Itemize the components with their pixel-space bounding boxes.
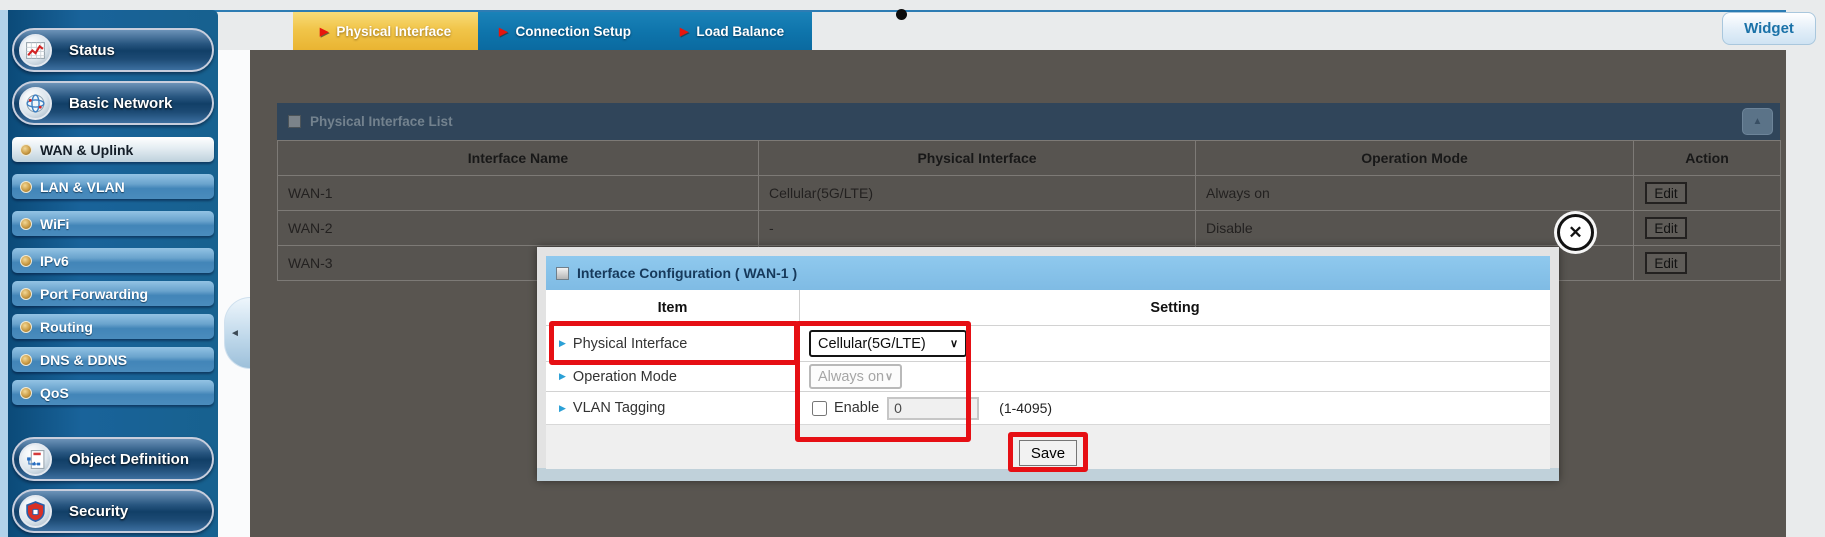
sidebar-item-qos[interactable]: QoS bbox=[12, 380, 214, 405]
widget-button-label: Widget bbox=[1744, 20, 1794, 37]
panel-square-icon bbox=[288, 115, 301, 128]
bullet-icon bbox=[20, 321, 32, 333]
bullet-icon bbox=[20, 288, 32, 300]
col-interface-name: Interface Name bbox=[278, 141, 759, 176]
cell-operation-mode: Always on bbox=[1196, 176, 1634, 211]
edit-button[interactable]: Edit bbox=[1645, 252, 1687, 274]
list-panel-title: Physical Interface List bbox=[310, 114, 453, 129]
config-row-operation-mode: ▶ Operation Mode Always on ∨ bbox=[546, 362, 1550, 392]
list-panel-header: Physical Interface List ▲ bbox=[277, 103, 1780, 140]
cell-interface-name: WAN-1 bbox=[278, 176, 759, 211]
chevron-left-icon: ◄ bbox=[230, 328, 240, 339]
object-tree-icon bbox=[19, 443, 52, 476]
tab-label: Load Balance bbox=[696, 24, 784, 39]
bullet-icon bbox=[20, 218, 32, 230]
sidebar-item-wan-uplink[interactable]: WAN & Uplink bbox=[12, 137, 214, 162]
table-row: WAN-1 Cellular(5G/LTE) Always on Edit bbox=[278, 176, 1781, 211]
chevron-up-icon: ▲ bbox=[1753, 116, 1763, 127]
col-action: Action bbox=[1634, 141, 1781, 176]
config-col-item: Item bbox=[546, 290, 800, 325]
close-button[interactable]: ✕ bbox=[1557, 214, 1594, 251]
sidebar-left-strip bbox=[0, 10, 8, 537]
tab-arrow-icon: ▶ bbox=[320, 25, 328, 38]
sidebar-button-label: Status bbox=[69, 42, 115, 59]
row-label: Operation Mode bbox=[573, 369, 677, 385]
sidebar-item-label: DNS & DDNS bbox=[40, 352, 127, 368]
sidebar-item-label: QoS bbox=[40, 385, 69, 401]
sidebar-item-label: IPv6 bbox=[40, 253, 69, 269]
tab-physical-interface[interactable]: ▶ Physical Interface bbox=[293, 12, 478, 50]
sidebar-item-routing[interactable]: Routing bbox=[12, 314, 214, 339]
annotation-dot bbox=[896, 9, 907, 20]
tab-arrow-icon: ▶ bbox=[499, 25, 507, 38]
tab-bar: ▶ Physical Interface ▶ Connection Setup … bbox=[293, 12, 812, 50]
sidebar-item-label: WAN & Uplink bbox=[40, 142, 133, 158]
arrow-right-icon: ▶ bbox=[559, 371, 566, 382]
sidebar-button-status[interactable]: Status bbox=[12, 28, 214, 72]
annotation-box-setting-widgets bbox=[795, 321, 971, 442]
col-physical-interface: Physical Interface bbox=[759, 141, 1196, 176]
sidebar-item-port-forwarding[interactable]: Port Forwarding bbox=[12, 281, 214, 306]
col-operation-mode: Operation Mode bbox=[1196, 141, 1634, 176]
sidebar-button-label: Security bbox=[69, 503, 128, 520]
sidebar-button-basic-network[interactable]: Basic Network bbox=[12, 81, 214, 125]
vlan-range-hint: (1-4095) bbox=[999, 400, 1052, 416]
tab-label: Physical Interface bbox=[336, 24, 451, 39]
cell-physical-interface: Cellular(5G/LTE) bbox=[759, 176, 1196, 211]
shield-icon bbox=[19, 495, 52, 528]
modal-title-bar: Interface Configuration ( WAN-1 ) bbox=[546, 256, 1550, 290]
close-icon: ✕ bbox=[1568, 223, 1582, 243]
edit-button[interactable]: Edit bbox=[1645, 182, 1687, 204]
sidebar-button-label: Object Definition bbox=[69, 451, 189, 468]
sidebar-button-object-definition[interactable]: Object Definition bbox=[12, 437, 214, 481]
bullet-icon bbox=[20, 387, 32, 399]
row-label: VLAN Tagging bbox=[573, 400, 665, 416]
tab-load-balance[interactable]: ▶ Load Balance bbox=[652, 12, 812, 50]
sidebar-gutter bbox=[218, 50, 250, 537]
sidebar-button-security[interactable]: Security bbox=[12, 489, 214, 533]
config-col-setting: Setting bbox=[800, 290, 1550, 325]
sidebar-item-label: Routing bbox=[40, 319, 93, 335]
chart-icon bbox=[19, 34, 52, 67]
table-header-row: Interface Name Physical Interface Operat… bbox=[278, 141, 1781, 176]
sidebar-item-wifi[interactable]: WiFi bbox=[12, 211, 214, 236]
widget-button[interactable]: Widget bbox=[1722, 12, 1816, 45]
table-row: WAN-2 - Disable Edit bbox=[278, 211, 1781, 246]
sidebar-item-label: LAN & VLAN bbox=[40, 179, 125, 195]
annotation-box-physical-interface-label bbox=[549, 321, 799, 365]
cell-interface-name: WAN-2 bbox=[278, 211, 759, 246]
panel-collapse-button[interactable]: ▲ bbox=[1742, 108, 1773, 135]
tab-connection-setup[interactable]: ▶ Connection Setup bbox=[478, 12, 652, 50]
tab-arrow-icon: ▶ bbox=[680, 25, 688, 38]
sidebar-button-label: Basic Network bbox=[69, 95, 172, 112]
modal-square-icon bbox=[556, 267, 569, 280]
sidebar-item-ipv6[interactable]: IPv6 bbox=[12, 248, 214, 273]
arrow-right-icon: ▶ bbox=[559, 403, 566, 414]
globe-icon bbox=[19, 87, 52, 120]
top-divider-line bbox=[0, 10, 1786, 12]
tab-label: Connection Setup bbox=[515, 24, 631, 39]
sidebar-item-label: WiFi bbox=[40, 216, 69, 232]
sidebar-item-lan-vlan[interactable]: LAN & VLAN bbox=[12, 174, 214, 199]
bullet-icon bbox=[20, 144, 32, 156]
edit-button[interactable]: Edit bbox=[1645, 217, 1687, 239]
sidebar-item-dns-ddns[interactable]: DNS & DDNS bbox=[12, 347, 214, 372]
config-row-vlan-tagging: ▶ VLAN Tagging Enable (1-4095) bbox=[546, 392, 1550, 424]
cell-physical-interface: - bbox=[759, 211, 1196, 246]
annotation-box-save bbox=[1008, 432, 1088, 472]
modal-title: Interface Configuration ( WAN-1 ) bbox=[577, 265, 797, 281]
bullet-icon bbox=[20, 255, 32, 267]
bullet-icon bbox=[20, 354, 32, 366]
router-admin-page: ▶ Physical Interface ▶ Connection Setup … bbox=[0, 0, 1825, 537]
sidebar-item-label: Port Forwarding bbox=[40, 286, 148, 302]
bullet-icon bbox=[20, 181, 32, 193]
